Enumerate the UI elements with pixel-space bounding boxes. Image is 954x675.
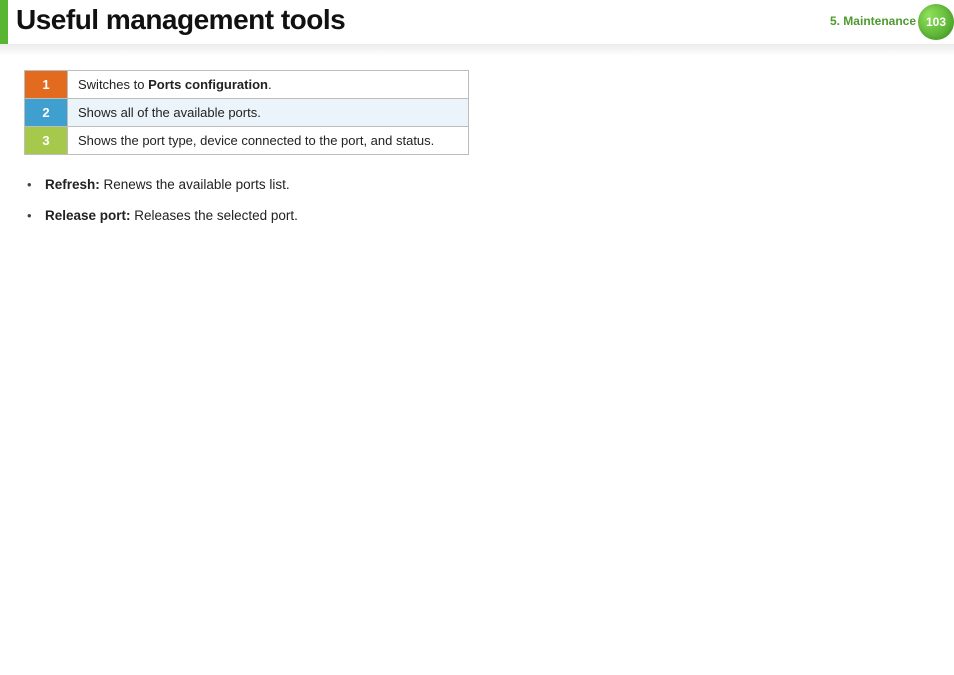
callout-table: 1 Switches to Ports configuration. 2 Sho… — [24, 70, 469, 155]
chapter-label: 5. Maintenance — [830, 14, 916, 28]
text-prefix: Shows the port type, device connected to… — [78, 133, 434, 148]
item-rest: Releases the selected port. — [131, 208, 298, 223]
header-shadow — [0, 44, 954, 56]
text-strong: Ports configuration — [148, 77, 268, 92]
callout-number: 3 — [25, 127, 68, 155]
item-rest: Renews the available ports list. — [100, 177, 290, 192]
table-row: 1 Switches to Ports configuration. — [25, 71, 469, 99]
item-lead: Refresh: — [45, 177, 100, 192]
callout-description: Shows the port type, device connected to… — [68, 127, 469, 155]
page-number-badge: 103 — [918, 4, 954, 40]
content-column: 1 Switches to Ports configuration. 2 Sho… — [24, 70, 469, 239]
callout-number: 2 — [25, 99, 68, 127]
list-item: Release port: Releases the selected port… — [27, 208, 469, 223]
text-prefix: Switches to — [78, 77, 148, 92]
list-item: Refresh: Renews the available ports list… — [27, 177, 469, 192]
header-accent-bar — [0, 0, 8, 44]
table-row: 2 Shows all of the available ports. — [25, 99, 469, 127]
item-lead: Release port: — [45, 208, 131, 223]
callout-number: 1 — [25, 71, 68, 99]
text-prefix: Shows all of the available ports. — [78, 105, 261, 120]
callout-description: Switches to Ports configuration. — [68, 71, 469, 99]
callout-description: Shows all of the available ports. — [68, 99, 469, 127]
text-suffix: . — [268, 77, 272, 92]
action-list: Refresh: Renews the available ports list… — [27, 177, 469, 223]
page-title: Useful management tools — [16, 4, 345, 36]
page-header: Useful management tools 5. Maintenance 1… — [0, 0, 954, 44]
table-row: 3 Shows the port type, device connected … — [25, 127, 469, 155]
